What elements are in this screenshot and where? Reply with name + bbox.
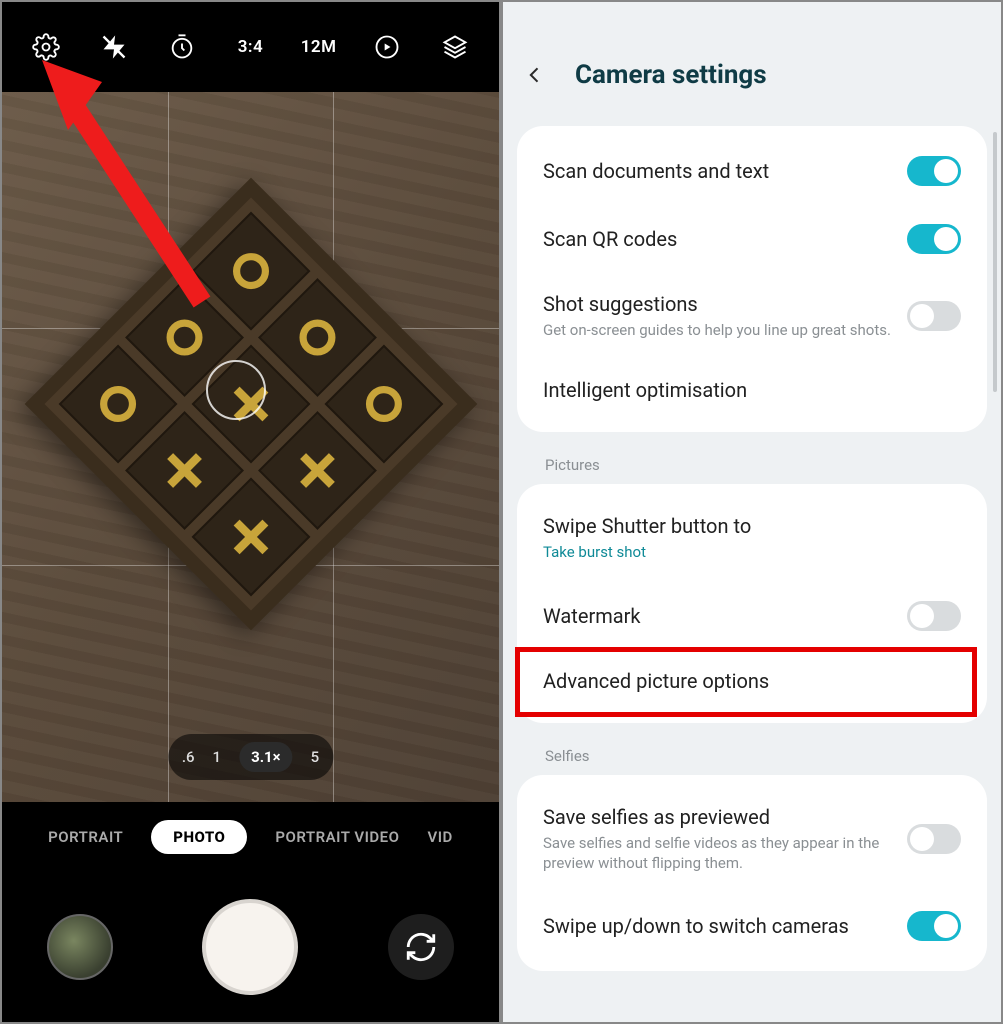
row-watermark[interactable]: Watermark — [517, 583, 987, 651]
toggle[interactable] — [907, 224, 961, 254]
zoom-option[interactable]: 1 — [213, 748, 222, 766]
row-swipe-switch-cameras[interactable]: Swipe up/down to switch cameras — [517, 893, 987, 961]
camera-top-toolbar: 3:4 12M — [2, 2, 499, 92]
scrollbar[interactable] — [993, 132, 997, 392]
focus-indicator — [206, 360, 266, 420]
flash-icon[interactable] — [94, 27, 134, 67]
row-intelligent-optimisation[interactable]: Intelligent optimisation — [517, 360, 987, 422]
zoom-option[interactable]: .6 — [182, 748, 195, 766]
zoom-option-selected[interactable]: 3.1× — [239, 742, 293, 772]
back-button[interactable] — [525, 61, 553, 89]
row-title: Scan documents and text — [543, 159, 891, 183]
camera-viewfinder[interactable]: .6 1 3.1× 5 — [2, 92, 499, 802]
mode-portrait[interactable]: PORTRAIT — [48, 828, 123, 846]
row-advanced-picture-options[interactable]: Advanced picture options — [517, 651, 987, 713]
row-save-selfies-previewed[interactable]: Save selfies as previewed Save selfies a… — [517, 785, 987, 894]
settings-scroll[interactable]: Scan documents and text Scan QR codes Sh… — [503, 126, 1001, 985]
row-shot-suggestions[interactable]: Shot suggestions Get on-screen guides to… — [517, 274, 987, 360]
mode-video[interactable]: VID — [428, 828, 453, 846]
row-title: Intelligent optimisation — [543, 378, 961, 402]
row-title: Shot suggestions — [543, 292, 891, 316]
gallery-thumbnail[interactable] — [47, 914, 113, 980]
row-title: Watermark — [543, 604, 891, 628]
row-scan-qr[interactable]: Scan QR codes — [517, 206, 987, 274]
settings-icon[interactable] — [26, 27, 66, 67]
row-title: Scan QR codes — [543, 227, 891, 251]
filters-icon[interactable] — [435, 27, 475, 67]
row-title: Swipe up/down to switch cameras — [543, 914, 891, 938]
row-subtitle: Save selfies and selfie videos as they a… — [543, 833, 891, 874]
row-scan-documents[interactable]: Scan documents and text — [517, 136, 987, 206]
toggle[interactable] — [907, 824, 961, 854]
toggle[interactable] — [907, 156, 961, 186]
toggle[interactable] — [907, 601, 961, 631]
row-title: Save selfies as previewed — [543, 805, 891, 829]
timer-icon[interactable] — [162, 27, 202, 67]
row-swipe-shutter[interactable]: Swipe Shutter button to Take burst shot — [517, 494, 987, 582]
aspect-ratio-button[interactable]: 3:4 — [230, 27, 270, 67]
settings-card-pictures: Swipe Shutter button to Take burst shot … — [517, 484, 987, 722]
switch-camera-button[interactable] — [388, 914, 454, 980]
zoom-selector[interactable]: .6 1 3.1× 5 — [168, 734, 333, 780]
row-title: Swipe Shutter button to — [543, 514, 961, 538]
settings-header: Camera settings — [503, 2, 1001, 126]
section-label-selfies: Selfies — [517, 737, 987, 775]
page-title: Camera settings — [575, 60, 767, 90]
resolution-button[interactable]: 12M — [299, 27, 339, 67]
settings-card-general: Scan documents and text Scan QR codes Sh… — [517, 126, 987, 432]
camera-shutter-row — [2, 872, 499, 1022]
settings-card-selfies: Save selfies as previewed Save selfies a… — [517, 775, 987, 972]
camera-app: 3:4 12M .6 1 3.1× 5 — [0, 0, 501, 1024]
row-title: Advanced picture options — [543, 669, 961, 693]
mode-photo[interactable]: PHOTO — [151, 820, 247, 854]
motion-photo-icon[interactable] — [367, 27, 407, 67]
camera-settings-screen: Camera settings Scan documents and text … — [501, 0, 1003, 1024]
row-subtitle: Get on-screen guides to help you line up… — [543, 320, 891, 340]
toggle[interactable] — [907, 301, 961, 331]
row-subtitle: Take burst shot — [543, 542, 961, 562]
camera-mode-strip[interactable]: PORTRAIT PHOTO PORTRAIT VIDEO VID — [2, 802, 499, 872]
toggle[interactable] — [907, 911, 961, 941]
section-label-pictures: Pictures — [517, 446, 987, 484]
zoom-option[interactable]: 5 — [311, 748, 320, 766]
shutter-button[interactable] — [202, 899, 298, 995]
mode-portrait-video[interactable]: PORTRAIT VIDEO — [275, 828, 399, 846]
